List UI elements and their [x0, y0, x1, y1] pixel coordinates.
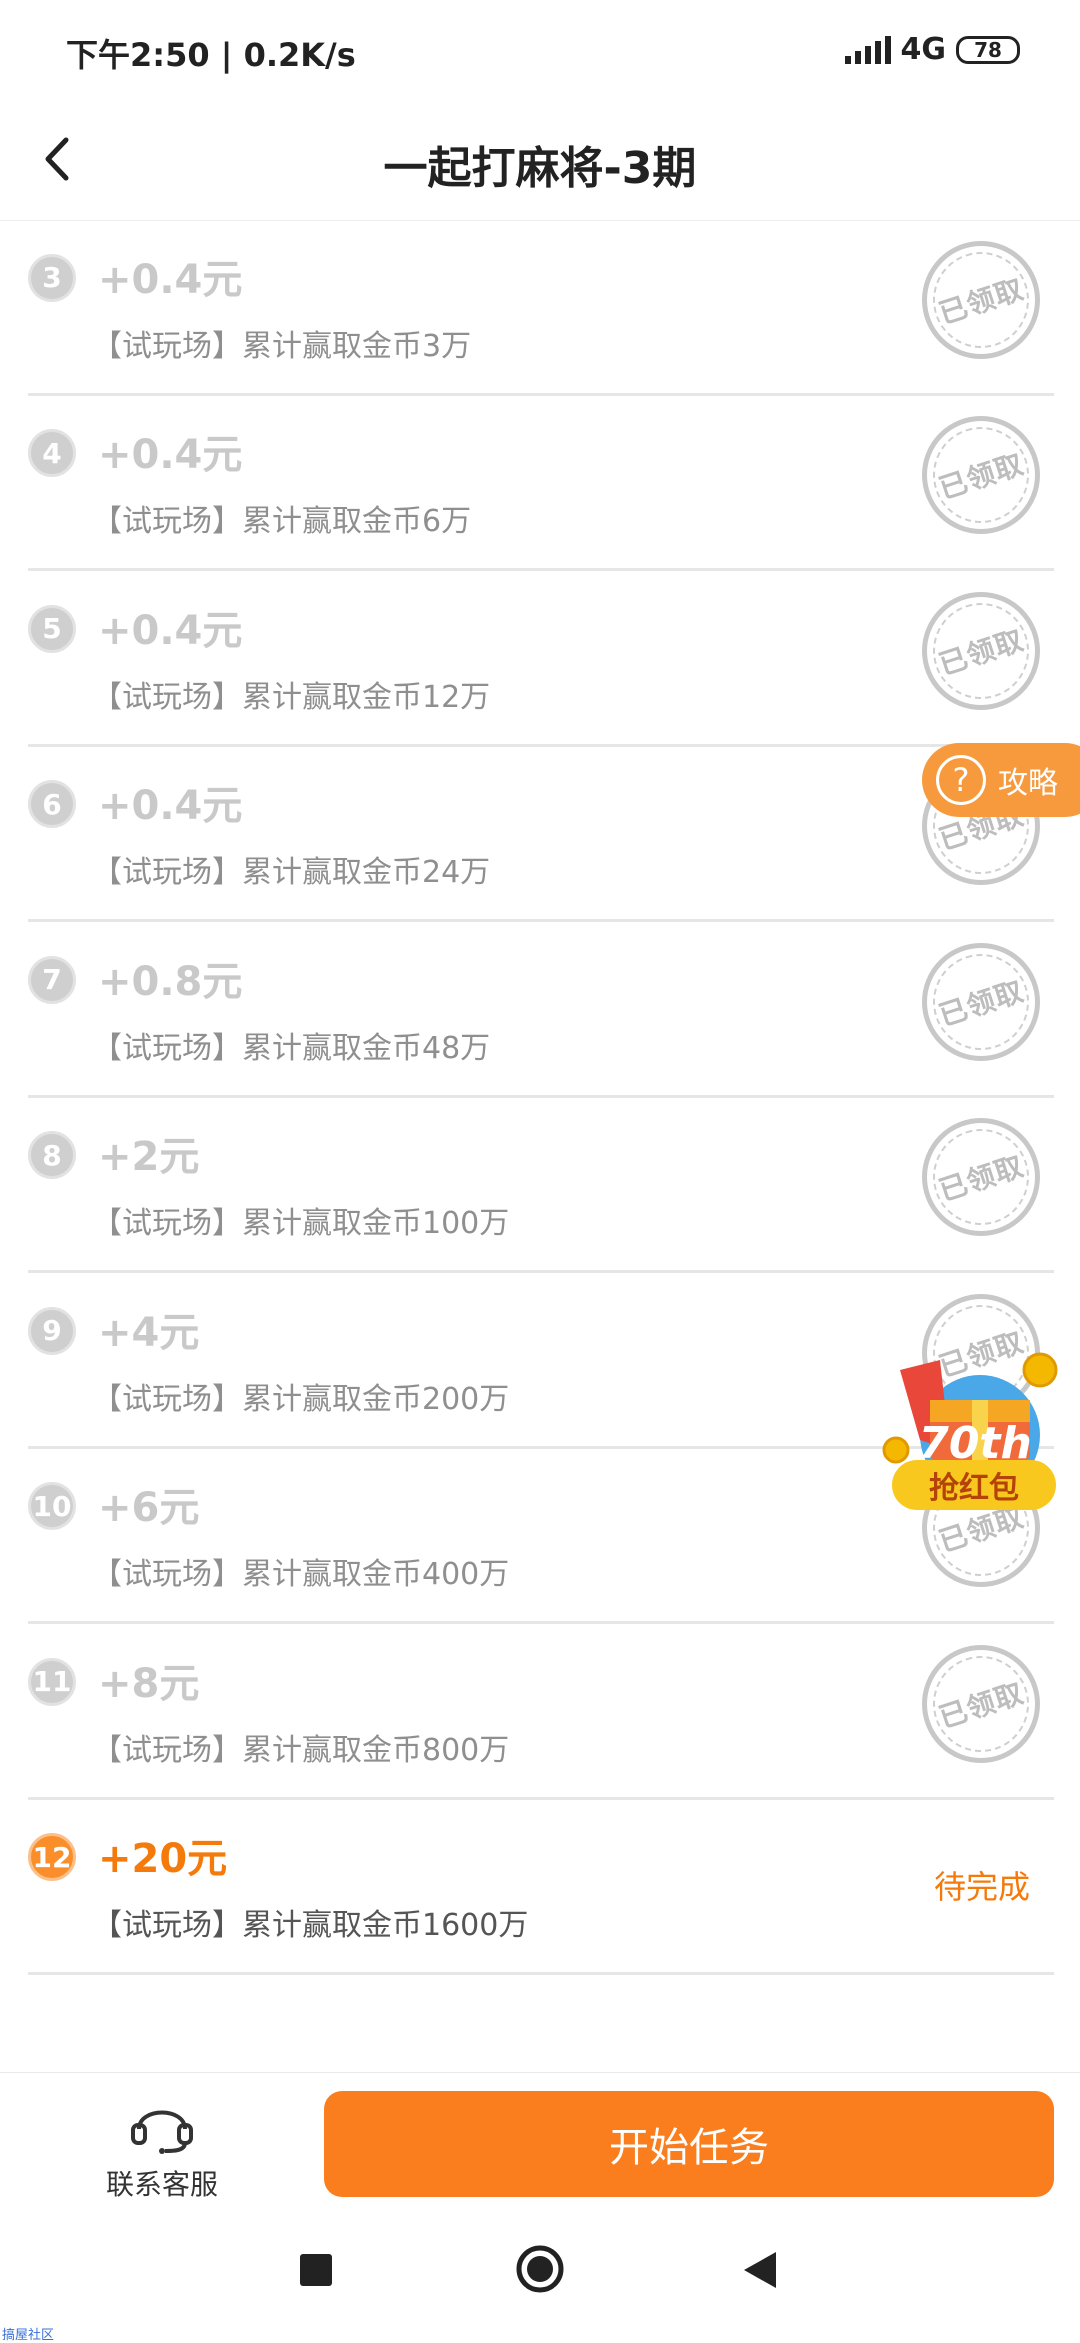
red-packet-promo[interactable]: 70th 抢红包 — [880, 1340, 1070, 1520]
battery-icon: 78 — [956, 35, 1020, 64]
task-reward: +6元 — [98, 1485, 200, 1531]
task-reward: +8元 — [98, 1660, 200, 1707]
task-number-badge: 3 — [28, 253, 76, 302]
signal-icon — [844, 35, 891, 64]
support-button[interactable]: 联系客服 — [86, 2093, 238, 2203]
claimed-stamp-icon: 已领取 — [920, 239, 1042, 360]
claimed-stamp-icon: 已领取 — [920, 414, 1042, 536]
network-type: 4G — [900, 32, 947, 67]
task-reward: +0.4元 — [98, 256, 243, 303]
task-number-badge: 5 — [28, 604, 76, 653]
task-description: 【试玩场】累计赢取金币12万 — [92, 679, 491, 715]
task-row: 5 +0.4元【试玩场】累计赢取金币12万 已领取 — [28, 572, 1054, 747]
task-row: 8 +2元【试玩场】累计赢取金币100万 已领取 — [28, 1098, 1054, 1273]
task-number-badge: 6 — [28, 780, 76, 828]
task-row: 6 +0.4元 【试玩场】累计赢取金币24万 已领取 — [28, 747, 1054, 922]
task-description: 【试玩场】累计赢取金币48万 — [92, 1030, 491, 1066]
task-reward: +0.4元 — [98, 783, 243, 829]
task-reward: +4元 — [98, 1309, 200, 1356]
task-description: 【试玩场】累计赢取金币3万 — [92, 328, 472, 364]
home-icon[interactable] — [515, 2244, 565, 2294]
battery-level: 78 — [974, 37, 1002, 62]
task-row: 11 +8元【试玩场】累计赢取金币800万 已领取 — [28, 1625, 1054, 1800]
back-triangle-icon[interactable] — [740, 2248, 780, 2292]
task-number-badge: 11 — [28, 1657, 76, 1706]
task-reward: +20元 — [98, 1836, 228, 1882]
claimed-stamp-icon: 已领取 — [920, 941, 1042, 1062]
question-icon: ? — [936, 755, 986, 805]
task-description: 【试玩场】累计赢取金币6万 — [92, 504, 472, 539]
claimed-stamp-icon: 已领取 — [920, 1643, 1042, 1764]
status-indicators: 4G 78 — [844, 32, 1020, 67]
claimed-stamp-text: 已领取 — [920, 590, 1042, 711]
task-number-badge: 10 — [28, 1482, 76, 1530]
task-row: 7 +0.8元【试玩场】累计赢取金币48万 已领取 — [28, 923, 1054, 1098]
task-row: 12 +20元【试玩场】累计赢取金币1600万 待完成 — [28, 1800, 1054, 1975]
pending-status: 待完成 — [933, 1868, 1030, 1906]
status-time: 下午2:50 | 0.2K/s — [66, 36, 356, 74]
task-description: 【试玩场】累计赢取金币24万 — [92, 855, 491, 890]
claimed-stamp-icon: 已领取 — [920, 1116, 1042, 1238]
task-description: 【试玩场】累计赢取金币400万 — [92, 1557, 510, 1592]
task-row: 3 +0.4元【试玩场】累计赢取金币3万 已领取 — [28, 221, 1054, 396]
task-number-badge: 8 — [28, 1131, 76, 1179]
claimed-stamp-text: 已领取 — [920, 414, 1042, 536]
start-task-button[interactable]: 开始任务 — [324, 2091, 1054, 2197]
page-header: 一起打麻将-3期 — [0, 100, 1080, 221]
task-description: 【试玩场】累计赢取金币1600万 — [92, 1908, 529, 1943]
claimed-stamp-text: 已领取 — [920, 1116, 1042, 1238]
claimed-stamp-text: 已领取 — [920, 1643, 1042, 1764]
task-list: 2+0.4元【试玩场】累计赢取金币1万已领取3+0.4元【试玩场】累计赢取金币3… — [0, 152, 1080, 2072]
task-number-badge: 4 — [28, 429, 76, 477]
status-bar: 下午2:50 | 0.2K/s 4G 78 — [0, 0, 1080, 100]
task-description: 【试玩场】累计赢取金币200万 — [92, 1381, 510, 1417]
claimed-stamp-text: 已领取 — [920, 239, 1042, 360]
headset-icon — [131, 2110, 193, 2154]
support-label: 联系客服 — [105, 2168, 218, 2201]
claimed-stamp-text: 已领取 — [920, 941, 1042, 1062]
promo-label: 抢红包 — [892, 1460, 1056, 1510]
page-title: 一起打麻将-3期 — [383, 143, 697, 194]
watermark: 搞屋社区 — [2, 2328, 55, 2343]
task-row: 4 +0.4元【试玩场】累计赢取金币6万 已领取 — [28, 396, 1054, 571]
task-description: 【试玩场】累计赢取金币800万 — [92, 1732, 510, 1768]
task-reward: +2元 — [98, 1134, 200, 1180]
system-nav-bar — [0, 2212, 1080, 2340]
task-number-badge: 7 — [28, 955, 76, 1004]
guide-button[interactable]: ? 攻略 — [922, 743, 1080, 817]
task-reward: +0.4元 — [98, 607, 243, 654]
guide-label: 攻略 — [998, 766, 1058, 801]
task-reward: +0.4元 — [98, 432, 243, 478]
task-reward: +0.8元 — [98, 958, 243, 1005]
claimed-stamp-icon: 已领取 — [920, 590, 1042, 711]
task-number-badge: 12 — [28, 1833, 76, 1881]
task-number-badge: 9 — [28, 1306, 76, 1355]
bottom-action-bar: 联系客服 开始任务 — [0, 2072, 1080, 2213]
recents-icon[interactable] — [300, 2254, 332, 2286]
task-description: 【试玩场】累计赢取金币100万 — [92, 1206, 510, 1241]
